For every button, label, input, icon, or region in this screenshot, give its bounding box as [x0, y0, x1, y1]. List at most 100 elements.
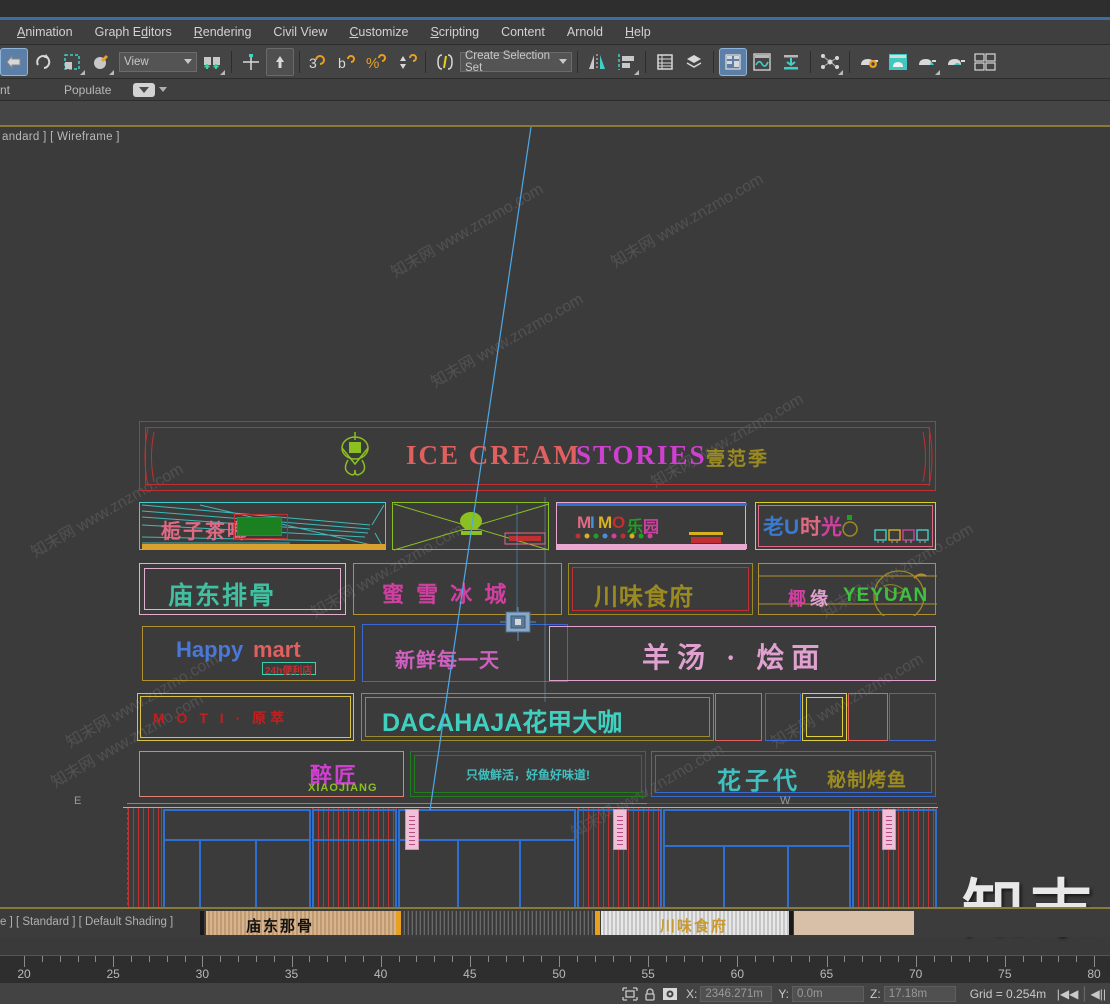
go-to-start-button[interactable]: |◀◀ — [1053, 987, 1083, 1001]
sign-text-mimo-m2: M — [598, 513, 613, 532]
toolbar-separator — [299, 50, 300, 73]
timeline-ruler[interactable]: 20 25 30 35 40 45 50 55 60 65 70 75 80 — [0, 955, 1110, 983]
increment-snap-button[interactable] — [392, 48, 420, 76]
reference-coordinate-system-dropdown[interactable]: View — [119, 51, 197, 72]
sign-ice-cream-stories[interactable]: ICE CREAM STORIES 壹范季 — [139, 421, 936, 491]
mirror-button[interactable] — [583, 48, 611, 76]
select-and-link-button[interactable] — [0, 47, 28, 76]
render-production-button[interactable] — [942, 48, 970, 76]
align-button[interactable] — [612, 48, 640, 76]
layer-explorer-button[interactable] — [651, 48, 679, 76]
ruler-tick-major — [915, 956, 917, 967]
material-editor-button[interactable] — [855, 48, 883, 76]
ruler-tick-label: 60 — [730, 967, 745, 981]
angle-snap-toggle-button[interactable]: 3 — [305, 48, 333, 76]
menu-item-scripting[interactable]: Scripting — [419, 22, 490, 42]
sign-empty-box-5[interactable] — [889, 693, 936, 741]
facade-window — [663, 809, 851, 907]
sign-zhizi-chanao[interactable]: 栀子茶啷 — [139, 502, 386, 550]
use-pivot-point-center-button[interactable] — [198, 48, 226, 76]
x-coordinate-field[interactable]: 2346.271m — [700, 985, 773, 1002]
sign-text-24h: 24h便利店 — [265, 666, 313, 677]
sign-empty-box-1[interactable] — [715, 693, 762, 741]
menu-item-content[interactable]: Content — [490, 22, 556, 42]
sign-zuijiang[interactable]: 醉匠 XIAOJIANG — [139, 751, 404, 797]
scene-explorer-button[interactable] — [719, 47, 747, 76]
render-setup-button[interactable] — [913, 48, 941, 76]
sign-xinxian-meiyitian[interactable]: 新鲜每一天 — [362, 624, 568, 682]
menu-item-civil-view[interactable]: Civil View — [262, 22, 338, 42]
ruler-tick-minor — [184, 956, 186, 962]
selection-lock-toggle-icon[interactable] — [640, 985, 660, 1002]
sign-dacahaja[interactable]: DACAHAJA花甲大咖 — [361, 693, 714, 741]
schematic-view-button[interactable] — [777, 48, 805, 76]
select-by-name-button[interactable] — [87, 48, 115, 76]
selection-lock-region-icon[interactable] — [620, 985, 640, 1002]
sign-sub-badge: 24h便利店 — [262, 662, 316, 677]
selection-gizmo[interactable] — [500, 607, 536, 641]
ruler-tick-label: 45 — [463, 967, 477, 981]
menu-item-graph-editors[interactable]: Graph Editors — [84, 22, 183, 42]
ruler-tick-label: 50 — [552, 967, 566, 981]
menu-item-rendering[interactable]: Rendering — [183, 22, 263, 42]
x-value: 2346.271m — [705, 987, 763, 1000]
ruler-tick-minor — [1040, 956, 1042, 962]
sign-empty-box-3[interactable] — [802, 693, 847, 741]
main-toolbar: View 3 b % Create Selection Set — [0, 45, 1110, 79]
y-coordinate-field[interactable]: 0.0m — [792, 985, 865, 1002]
sign-laou-shiguang[interactable]: 老U 时 光 — [755, 502, 936, 550]
viewport-label-bottom: e ] [ Standard ] [ Default Shading ] — [0, 916, 174, 928]
sign-text-yifanji: 壹范季 — [706, 449, 770, 470]
sign-mimo[interactable]: M I M O 乐 园 — [556, 502, 747, 550]
snaps-toggle-button[interactable] — [266, 47, 294, 76]
building-facade[interactable] — [127, 803, 937, 907]
ruler-tick-major — [113, 956, 115, 967]
rendered-frame-window-button[interactable] — [971, 48, 999, 76]
populate-dropdown-button[interactable] — [133, 82, 156, 97]
populate-flyout-arrow-icon[interactable] — [159, 87, 168, 92]
sign-miaodong-paigu[interactable]: 庙东排骨 — [139, 563, 346, 615]
percent-snap-toggle-button[interactable]: b — [334, 48, 362, 76]
viewport[interactable]: andard ] [ Wireframe ] 知末网 www.znzmo.com… — [0, 127, 1110, 907]
ruler-tick-minor — [309, 956, 311, 962]
sign-yangtang-huimian[interactable]: 羊汤 · 烩面 — [549, 626, 936, 681]
menu-item-customize[interactable]: Customize — [338, 22, 419, 42]
sign-huazidai-kaoyu[interactable]: 花子代 秘制烤鱼 — [651, 751, 936, 797]
layer-manager-button[interactable] — [680, 48, 708, 76]
sign-text-ice-cream: ICE CREAM — [406, 440, 581, 470]
absolute-relative-mode-icon[interactable] — [660, 985, 680, 1002]
track-clip-plain[interactable] — [794, 911, 914, 935]
menu-item-help[interactable]: Help — [614, 22, 662, 42]
ruler-tick-major — [380, 956, 382, 967]
sign-yeyuan[interactable]: 椰 缘 YEYUAN — [758, 563, 937, 616]
named-selection-sets-button[interactable] — [431, 48, 459, 76]
z-coordinate-field[interactable]: 17.18m — [883, 985, 956, 1002]
previous-frame-button[interactable]: ◀|| — [1087, 987, 1110, 1001]
ruler-tick-label: 80 — [1087, 967, 1101, 981]
sign-text-stories: STORIES — [576, 440, 707, 470]
particle-view-button[interactable] — [816, 48, 844, 76]
spinner-snap-toggle-button[interactable]: % — [363, 48, 391, 76]
track-clip-noise[interactable] — [403, 911, 595, 935]
sign-green-logo[interactable] — [392, 502, 550, 551]
select-and-manipulate-button[interactable] — [237, 48, 265, 76]
sign-empty-box-4[interactable] — [848, 693, 888, 741]
sign-happy-mart[interactable]: Happy mart 24h便利店 — [142, 626, 355, 681]
sign-xianhuo-slogan[interactable]: 只做鲜活，好鱼好味道! — [410, 751, 646, 797]
track-bar[interactable]: e ] [ Standard ] [ Default Shading ] 庙东那… — [0, 909, 1110, 937]
redo-button[interactable] — [29, 48, 57, 76]
menu-item-arnold[interactable]: Arnold — [556, 22, 614, 42]
secondary-toolbar: nt Populate — [0, 79, 1110, 101]
create-selection-set-dropdown[interactable]: Create Selection Set — [460, 50, 572, 74]
compact-material-editor-button[interactable] — [884, 48, 912, 76]
ruler-tick-minor — [576, 956, 578, 962]
menu-item-animation[interactable]: AAnimationnimation — [6, 22, 84, 42]
select-object-button[interactable] — [58, 48, 86, 76]
curve-editor-button[interactable] — [748, 48, 776, 76]
toolbar-separator — [231, 50, 232, 73]
ruler-tick-minor — [862, 956, 864, 962]
sign-moti-yuancui[interactable]: M O T I · 原萃 — [137, 693, 354, 741]
sign-empty-box-2[interactable] — [765, 693, 801, 741]
sign-text-slogan: 只做鲜活，好鱼好味道! — [466, 768, 590, 782]
sign-chuanwei-shifu[interactable]: 川味食府 — [568, 563, 753, 615]
